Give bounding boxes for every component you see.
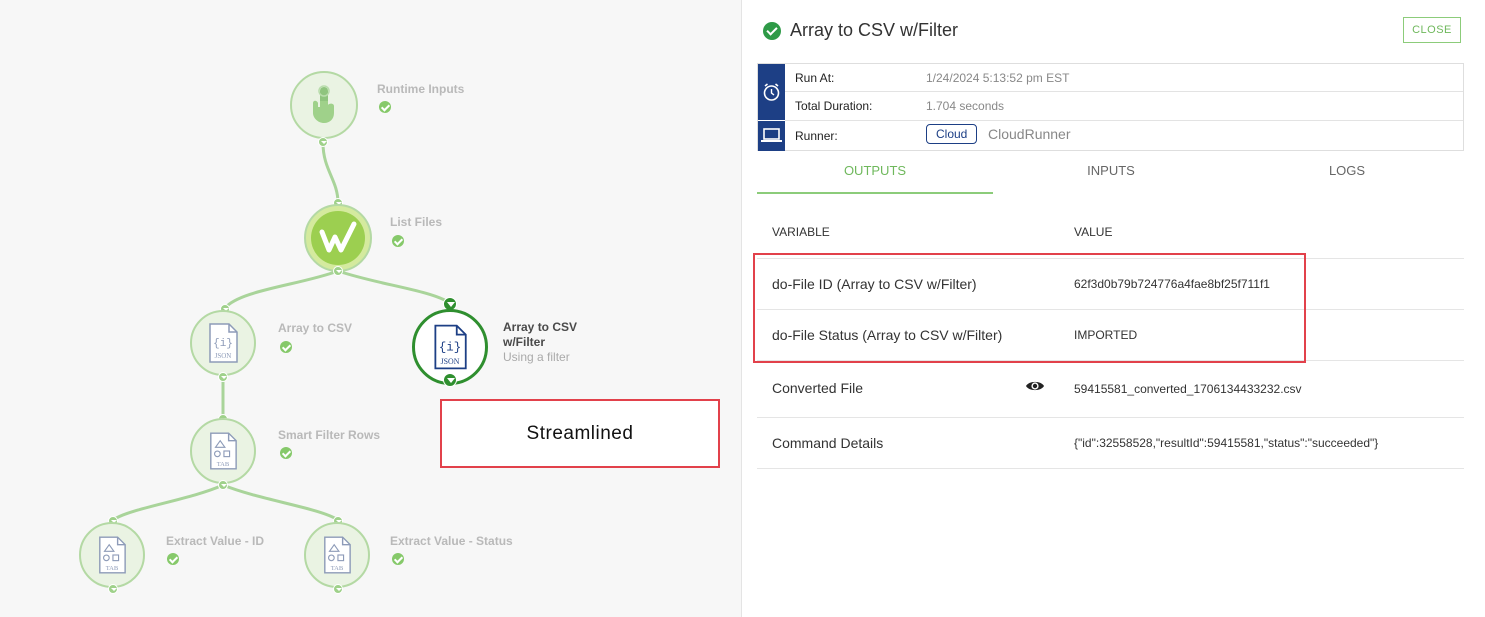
column-header-variable: VARIABLE <box>772 225 830 239</box>
edge-list-to-array-csv <box>223 269 339 310</box>
success-check-icon <box>392 553 404 565</box>
runner-type-badge: Cloud <box>926 124 978 144</box>
variable-value: 62f3d0b79b724776a4fae8bf25f711f1 <box>1074 277 1270 291</box>
run-at-value: 1/24/2024 5:13:52 pm EST <box>926 71 1070 85</box>
node-extract-value-status[interactable]: TAB <box>304 522 370 588</box>
annotation-callout: Streamlined <box>440 399 720 468</box>
svg-text:{i}: {i} <box>439 340 461 354</box>
meta-row-duration: Total Duration: 1.704 seconds <box>785 92 1463 121</box>
node-title-extract-value-status: Extract Value - Status <box>390 534 513 548</box>
node-smart-filter-rows[interactable]: TAB <box>190 418 256 484</box>
svg-text:TAB: TAB <box>217 461 230 468</box>
laptop-icon <box>761 128 782 142</box>
node-title-list-files: List Files <box>390 215 443 229</box>
success-check-icon <box>167 553 179 565</box>
tab-file-icon: TAB <box>210 432 237 470</box>
edge-smart-filter-to-extract-status <box>222 483 339 522</box>
success-check-icon <box>280 341 292 353</box>
success-check-icon <box>392 235 404 247</box>
table-row: Converted File 59415581_converted_170613… <box>757 360 1464 417</box>
variable-value: IMPORTED <box>1074 328 1138 342</box>
node-list-files[interactable] <box>304 204 372 272</box>
hand-pointer-icon <box>313 85 334 123</box>
run-metadata: Run At: 1/24/2024 5:13:52 pm EST Total D… <box>757 63 1464 151</box>
workflow-canvas[interactable]: Runtime Inputs List Files {i} JSON Array… <box>0 0 742 617</box>
svg-text:{i}: {i} <box>213 338 233 350</box>
runner-label: Runner: <box>795 129 838 143</box>
edge-runtime-to-list <box>321 142 340 204</box>
duration-value: 1.704 seconds <box>926 99 1005 113</box>
tab-outputs[interactable]: OUTPUTS <box>757 158 993 194</box>
node-title-array-to-csv-filter-line1: Array to CSV <box>503 320 578 334</box>
node-title-array-to-csv: Array to CSV <box>278 321 353 335</box>
alarm-clock-icon <box>763 83 780 101</box>
output-port-icon[interactable] <box>333 584 343 594</box>
output-port-icon[interactable] <box>443 373 457 387</box>
variable-value: 59415581_converted_1706134433232.csv <box>1074 382 1302 396</box>
column-header-value: VALUE <box>1074 225 1113 239</box>
output-port-icon[interactable] <box>333 266 343 276</box>
svg-text:JSON: JSON <box>441 357 460 366</box>
table-row: do-File Status (Array to CSV w/Filter) I… <box>757 309 1464 360</box>
meta-icon-bar <box>758 64 785 120</box>
node-title-runtime-inputs: Runtime Inputs <box>377 82 465 96</box>
json-file-icon: {i} JSON <box>209 323 238 363</box>
success-check-icon <box>379 101 391 113</box>
panel-title: Array to CSV w/Filter <box>790 20 959 40</box>
node-runtime-inputs[interactable] <box>290 71 358 139</box>
close-button[interactable]: CLOSE <box>1403 17 1461 43</box>
variable-name: Command Details <box>772 435 884 451</box>
svg-text:TAB: TAB <box>331 565 344 572</box>
node-array-to-csv[interactable]: {i} JSON <box>190 310 256 376</box>
success-check-icon <box>763 22 781 40</box>
duration-label: Total Duration: <box>795 99 873 113</box>
eye-icon[interactable] <box>1025 379 1045 393</box>
tab-logs[interactable]: LOGS <box>1229 158 1465 194</box>
node-subtitle-array-to-csv-filter: Using a filter <box>503 350 570 364</box>
node-title-array-to-csv-filter-line2: w/Filter <box>503 335 546 349</box>
variable-name: do-File Status (Array to CSV w/Filter) <box>772 327 1003 343</box>
meta-icon-bar <box>758 121 785 151</box>
edge-smart-filter-to-extract-id <box>112 483 224 522</box>
w-logo-icon <box>311 211 365 265</box>
node-extract-value-id[interactable]: TAB <box>79 522 145 588</box>
svg-text:JSON: JSON <box>215 352 232 360</box>
tab-file-icon: TAB <box>99 536 126 574</box>
success-check-icon <box>280 447 292 459</box>
tab-file-icon: TAB <box>324 536 351 574</box>
edge-list-to-array-csv-filter <box>337 269 451 305</box>
json-file-icon: {i} JSON <box>434 324 467 370</box>
node-title-smart-filter-rows: Smart Filter Rows <box>278 428 381 442</box>
output-port-icon[interactable] <box>318 137 328 147</box>
variable-name: Converted File <box>772 380 864 396</box>
output-port-icon[interactable] <box>218 480 228 490</box>
variable-name: do-File ID (Array to CSV w/Filter) <box>772 276 977 292</box>
meta-row-runner: Runner: Cloud CloudRunner <box>785 121 1463 151</box>
node-title-extract-value-id: Extract Value - ID <box>166 534 265 548</box>
output-port-icon[interactable] <box>108 584 118 594</box>
variable-value: {"id":32558528,"resultId":59415581,"stat… <box>1074 436 1379 450</box>
table-row: do-File ID (Array to CSV w/Filter) 62f3d… <box>757 258 1464 309</box>
tab-bar: OUTPUTS INPUTS LOGS <box>757 158 1464 194</box>
svg-text:TAB: TAB <box>106 565 119 572</box>
meta-row-run-at: Run At: 1/24/2024 5:13:52 pm EST <box>785 64 1463 92</box>
runner-name: CloudRunner <box>988 126 1071 142</box>
run-at-label: Run At: <box>795 71 835 85</box>
tab-inputs[interactable]: INPUTS <box>993 158 1229 194</box>
output-port-icon[interactable] <box>218 372 228 382</box>
table-row: Command Details {"id":32558528,"resultId… <box>757 417 1464 469</box>
